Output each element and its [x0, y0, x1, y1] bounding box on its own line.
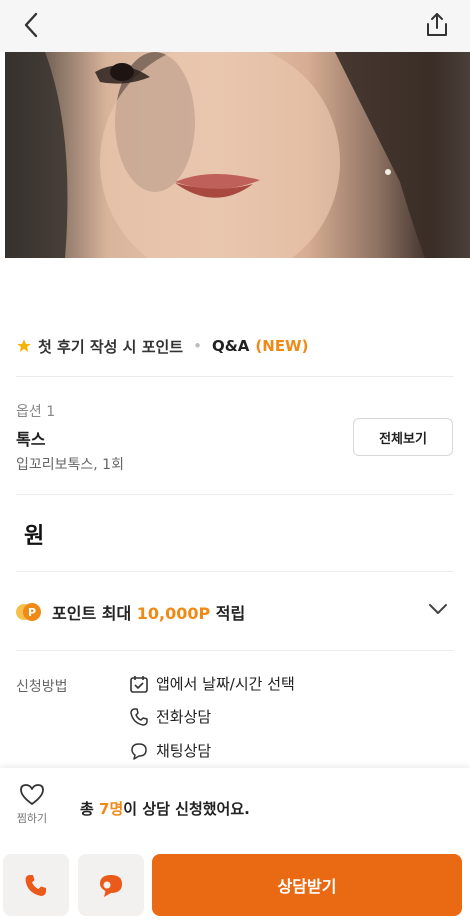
- star-icon: [17, 339, 31, 352]
- chat-bubble-icon: [128, 741, 150, 761]
- separator: •: [193, 337, 202, 355]
- phone-icon: [128, 707, 150, 727]
- point-text: 포인트 최대 10,000P 적립: [52, 600, 245, 624]
- divider: [16, 494, 454, 495]
- apply-count: 7명: [99, 800, 124, 818]
- apply-suffix: 이 상담 신청했어요.: [123, 800, 250, 818]
- consult-button[interactable]: 상담받기: [152, 854, 462, 916]
- method-text: 채팅상담: [156, 742, 212, 760]
- chevron-down-icon: [429, 604, 447, 614]
- point-amount: 10,000P: [136, 604, 211, 623]
- divider: [16, 571, 454, 572]
- option-label: 옵션 1: [16, 404, 56, 420]
- call-button[interactable]: [3, 854, 69, 916]
- like-label: 찜하기: [16, 812, 48, 825]
- point-prefix: 포인트 최대: [52, 604, 132, 623]
- top-bar: [0, 0, 470, 52]
- method-text: 전화상담: [156, 708, 212, 726]
- share-button[interactable]: [420, 8, 454, 42]
- review-info-row: 첫 후기 작성 시 포인트 • Q&A (NEW): [16, 335, 308, 357]
- phone-icon: [25, 875, 46, 896]
- hero-image: [5, 52, 470, 258]
- point-accumulation-row[interactable]: P 포인트 최대 10,000P 적립: [16, 599, 454, 625]
- application-method-label: 신청방법: [16, 679, 68, 695]
- view-all-button[interactable]: 전체보기: [353, 418, 453, 456]
- svg-text:P: P: [28, 606, 36, 619]
- chat-bubble-icon: [100, 875, 122, 897]
- point-coin-icon: P: [16, 602, 42, 622]
- first-review-point-text: 첫 후기 작성 시 포인트: [38, 337, 184, 356]
- like-button[interactable]: 찜하기: [10, 782, 54, 826]
- point-suffix: 적립: [215, 604, 246, 623]
- apply-count-text: 총 7명이 상담 신청했어요.: [80, 798, 250, 819]
- chat-button[interactable]: [78, 854, 144, 916]
- divider: [16, 376, 454, 377]
- method-item-app-booking: 앱에서 날짜/시간 선택: [128, 673, 295, 694]
- method-item-chat: 채팅상담: [128, 740, 211, 761]
- option-description: 입꼬리보톡스, 1회: [16, 457, 124, 473]
- qa-link[interactable]: Q&A: [212, 337, 249, 355]
- new-badge: (NEW): [255, 337, 309, 355]
- back-button[interactable]: [14, 8, 48, 42]
- divider: [16, 650, 454, 651]
- method-text: 앱에서 날짜/시간 선택: [156, 675, 295, 693]
- price-text: 원: [24, 524, 45, 549]
- chevron-left-icon: [24, 12, 38, 38]
- method-item-phone: 전화상담: [128, 706, 211, 727]
- share-icon: [427, 13, 447, 36]
- heart-icon: [20, 784, 44, 805]
- calendar-check-icon: [128, 674, 150, 694]
- apply-prefix: 총: [80, 800, 94, 818]
- option-name: 톡스: [16, 430, 46, 449]
